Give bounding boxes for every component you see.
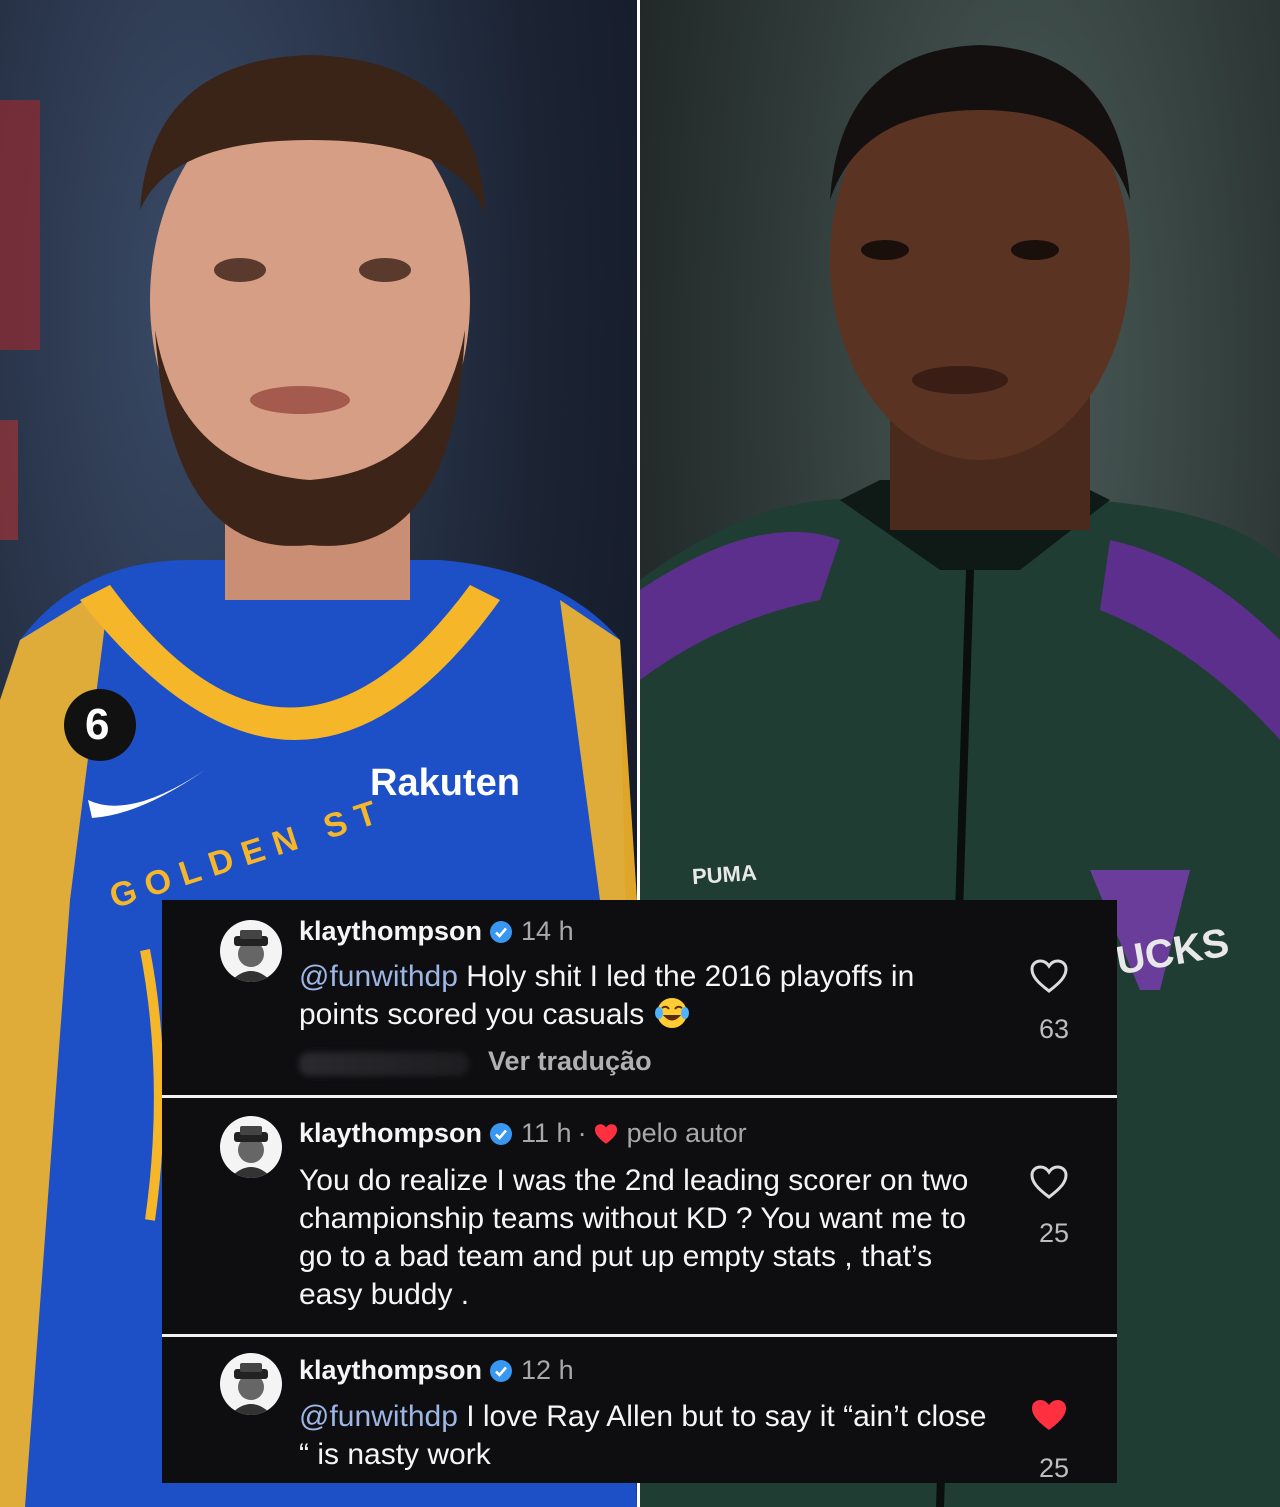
apparel-brand-logo: PUMA	[691, 859, 758, 890]
comment-body: You do realize I was the 2nd leading sco…	[299, 1164, 969, 1311]
blurred-reply-link	[299, 1052, 469, 1076]
avatar[interactable]	[220, 920, 282, 982]
comment-text: @funwithdp Holy shit I led the 2016 play…	[299, 958, 999, 1034]
mention-link[interactable]: @funwithdp	[299, 1400, 458, 1433]
username-link[interactable]: klaythompson	[299, 916, 482, 947]
author-liked-heart-icon	[593, 1122, 619, 1146]
comment-timestamp: 11 h	[521, 1118, 572, 1148]
comment-timestamp: 12 h	[521, 1355, 574, 1385]
username-link[interactable]: klaythompson	[299, 1355, 482, 1386]
see-translation-button[interactable]: Ver tradução	[488, 1046, 652, 1077]
verified-badge-icon	[489, 920, 513, 944]
like-count: 25	[1038, 1218, 1069, 1248]
like-count: 63	[1038, 1014, 1069, 1044]
comment-item: klaythompson 11 h · pelo autor You do re…	[162, 1098, 1117, 1334]
liked-heart-icon[interactable]	[1029, 1397, 1069, 1433]
comment-timestamp: 14 h	[521, 916, 574, 946]
avatar[interactable]	[220, 1116, 282, 1178]
like-heart-icon[interactable]	[1029, 1164, 1069, 1200]
username-link[interactable]: klaythompson	[299, 1118, 482, 1149]
comment-header: klaythompson 14 h	[299, 916, 574, 947]
sponsor-logo: Rakuten	[370, 762, 520, 804]
liked-by-author-label: pelo autor	[626, 1118, 747, 1148]
mention-link[interactable]: @funwithdp	[299, 960, 458, 993]
comment-header: klaythompson 11 h · pelo autor	[299, 1118, 747, 1149]
verified-badge-icon	[489, 1122, 513, 1146]
laughing-tears-emoji-icon	[653, 996, 691, 1030]
verified-badge-icon	[489, 1359, 513, 1383]
comment-header: klaythompson 12 h	[299, 1355, 574, 1386]
meta-separator: ·	[577, 1118, 587, 1148]
comment-item: klaythompson 14 h @funwithdp Holy shit I…	[162, 900, 1117, 1095]
like-heart-icon[interactable]	[1029, 958, 1069, 994]
comment-text: @funwithdp I love Ray Allen but to say i…	[299, 1398, 999, 1474]
avatar[interactable]	[220, 1353, 282, 1415]
jersey-number-badge: 6	[85, 700, 110, 749]
like-count: 25	[1038, 1453, 1069, 1483]
comment-item: klaythompson 12 h @funwithdp I love Ray …	[162, 1337, 1117, 1483]
